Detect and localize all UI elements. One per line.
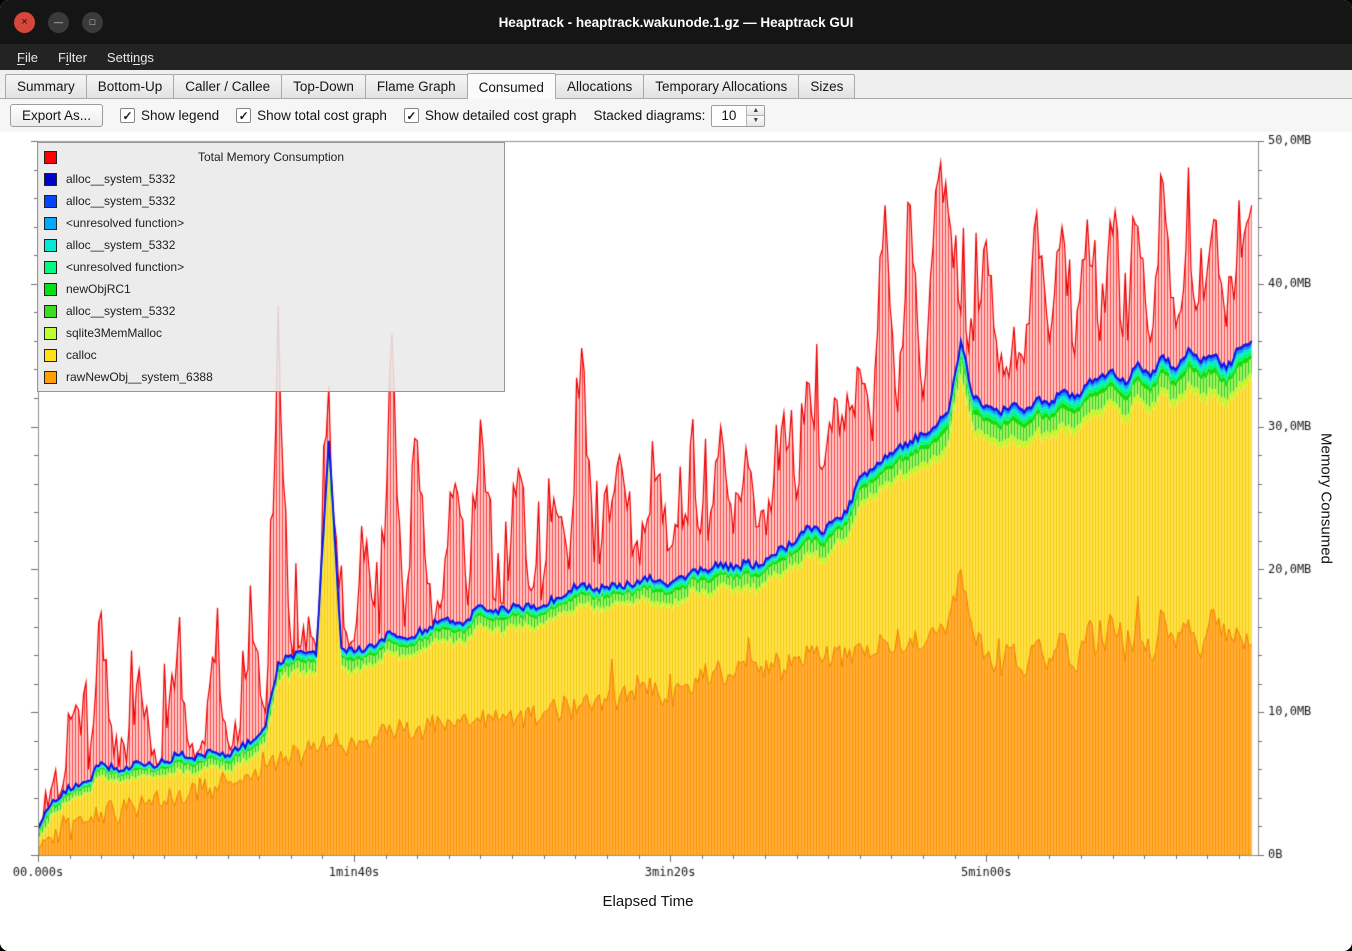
legend: Total Memory Consumption alloc__system_5… [37,142,505,392]
legend-item-label: alloc__system_5332 [66,194,175,208]
spin-up-icon[interactable]: ▲ [747,106,764,117]
menu-bar: FileFilterSettings [0,44,1352,70]
legend-item-swatch [44,349,57,362]
legend-item-swatch [44,305,57,318]
checkbox-label: Show detailed cost graph [425,108,577,123]
legend-item-label: <unresolved function> [66,260,184,274]
menu-file[interactable]: File [8,47,47,68]
tab-consumed[interactable]: Consumed [467,73,556,99]
legend-item-label: rawNewObj__system_6388 [66,370,213,384]
maximize-button[interactable]: □ [82,12,103,33]
spin-buttons: ▲ ▼ [746,106,764,126]
legend-title: Total Memory Consumption [198,150,344,164]
stacked-diagrams-spinbox[interactable]: 10 ▲ ▼ [711,105,765,127]
window-controls: × — □ [14,12,103,33]
legend-item: newObjRC1 [44,278,498,300]
legend-title-swatch [44,151,57,164]
tab-sizes[interactable]: Sizes [798,74,855,98]
heaptrack-window: × — □ Heaptrack - heaptrack.wakunode.1.gz … [0,0,1352,951]
legend-item-label: newObjRC1 [66,282,131,296]
legend-item-swatch [44,371,57,384]
legend-item: <unresolved function> [44,256,498,278]
tab-bar: SummaryBottom-UpCaller / CalleeTop-DownF… [0,70,1352,99]
chart-area: Total Memory Consumption alloc__system_5… [0,132,1352,951]
close-button[interactable]: × [14,12,35,33]
legend-item-swatch [44,173,57,186]
legend-item-swatch [44,239,57,252]
legend-item-label: alloc__system_5332 [66,304,175,318]
checkbox-label: Show total cost graph [257,108,387,123]
titlebar: × — □ Heaptrack - heaptrack.wakunode.1.gz … [0,0,1352,44]
legend-item: sqlite3MemMalloc [44,322,498,344]
checkbox-box[interactable]: ✓ [236,108,251,123]
tab-summary[interactable]: Summary [5,74,87,98]
legend-item-swatch [44,283,57,296]
legend-title-row: Total Memory Consumption [44,146,498,168]
legend-item-label: alloc__system_5332 [66,238,175,252]
menu-settings[interactable]: Settings [98,47,163,68]
legend-item: calloc [44,344,498,366]
spin-down-icon[interactable]: ▼ [747,116,764,126]
legend-item-label: <unresolved function> [66,216,184,230]
stacked-diagrams-label: Stacked diagrams: [594,108,706,123]
legend-item-swatch [44,195,57,208]
legend-item: alloc__system_5332 [44,300,498,322]
legend-item-label: sqlite3MemMalloc [66,326,162,340]
legend-item: <unresolved function> [44,212,498,234]
x-axis-title: Elapsed Time [38,893,1258,910]
tab-flame-graph[interactable]: Flame Graph [365,74,468,98]
legend-item: alloc__system_5332 [44,168,498,190]
window-title: Heaptrack - heaptrack.wakunode.1.gz — He… [0,15,1352,30]
legend-item: alloc__system_5332 [44,234,498,256]
tab-top-down[interactable]: Top-Down [281,74,366,98]
stacked-diagrams-control: Stacked diagrams: 10 ▲ ▼ [594,105,766,127]
menu-filter[interactable]: Filter [49,47,96,68]
legend-item-label: alloc__system_5332 [66,172,175,186]
y-axis-title: Memory Consumed [1318,419,1335,579]
checkbox-show-legend[interactable]: ✓ Show legend [120,108,219,123]
checkbox-box[interactable]: ✓ [120,108,135,123]
checkbox-label: Show legend [141,108,219,123]
minimize-button[interactable]: — [48,12,69,33]
tab-allocations[interactable]: Allocations [555,74,644,98]
tab-temporary-allocations[interactable]: Temporary Allocations [643,74,799,98]
checkbox-show-detailed-cost-graph[interactable]: ✓ Show detailed cost graph [404,108,577,123]
toolbar: Export As... ✓ Show legend ✓ Show total cos… [0,99,1352,132]
legend-item-label: calloc [66,348,97,362]
export-as-button[interactable]: Export As... [10,104,103,127]
checkbox-group: ✓ Show legend ✓ Show total cost graph ✓ Show … [120,108,577,123]
checkbox-box[interactable]: ✓ [404,108,419,123]
tab-bottom-up[interactable]: Bottom-Up [86,74,175,98]
tab-caller-callee[interactable]: Caller / Callee [173,74,282,98]
legend-item: rawNewObj__system_6388 [44,366,498,388]
legend-item-swatch [44,327,57,340]
legend-item: alloc__system_5332 [44,190,498,212]
stacked-diagrams-value: 10 [712,106,746,126]
legend-item-swatch [44,261,57,274]
checkbox-show-total-cost-graph[interactable]: ✓ Show total cost graph [236,108,387,123]
legend-item-swatch [44,217,57,230]
